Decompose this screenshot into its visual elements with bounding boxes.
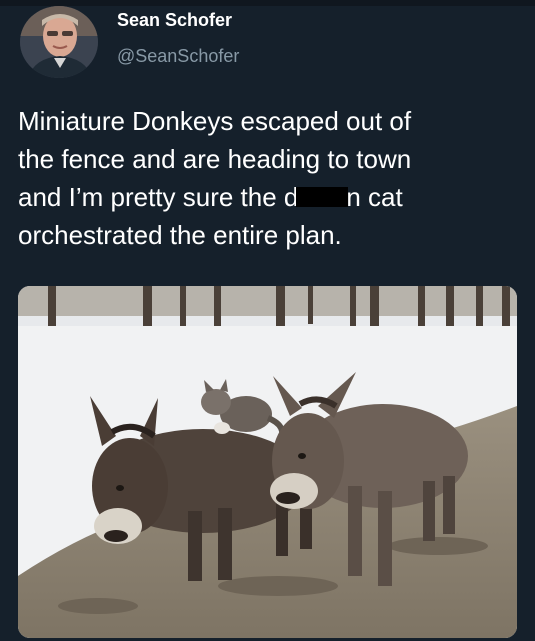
display-name[interactable]: Sean Schofer (117, 10, 232, 31)
donkeys-photo-icon (18, 286, 517, 638)
tweet-media-photo[interactable] (18, 286, 517, 638)
redaction-bar (296, 187, 349, 207)
top-edge (0, 0, 535, 6)
tweet-text-line: Miniature Donkeys escaped out of (18, 106, 412, 136)
tweet-text-line: the fence and are heading to town (18, 144, 412, 174)
tweet-text-segment: and I’m pretty sure the d (18, 182, 299, 212)
tweet-text-segment: n cat (346, 182, 403, 212)
user-handle[interactable]: @SeanSchofer (117, 46, 239, 67)
profile-photo-icon (20, 6, 98, 78)
tweet-text-line: orchestrated the entire plan. (18, 220, 342, 250)
tweet-text-line: and I’m pretty sure the d n cat (18, 178, 518, 216)
avatar[interactable] (20, 6, 98, 78)
tweet-text: Miniature Donkeys escaped out of the fen… (18, 102, 518, 254)
tweet-card: Sean Schofer @SeanSchofer Miniature Donk… (0, 0, 535, 641)
